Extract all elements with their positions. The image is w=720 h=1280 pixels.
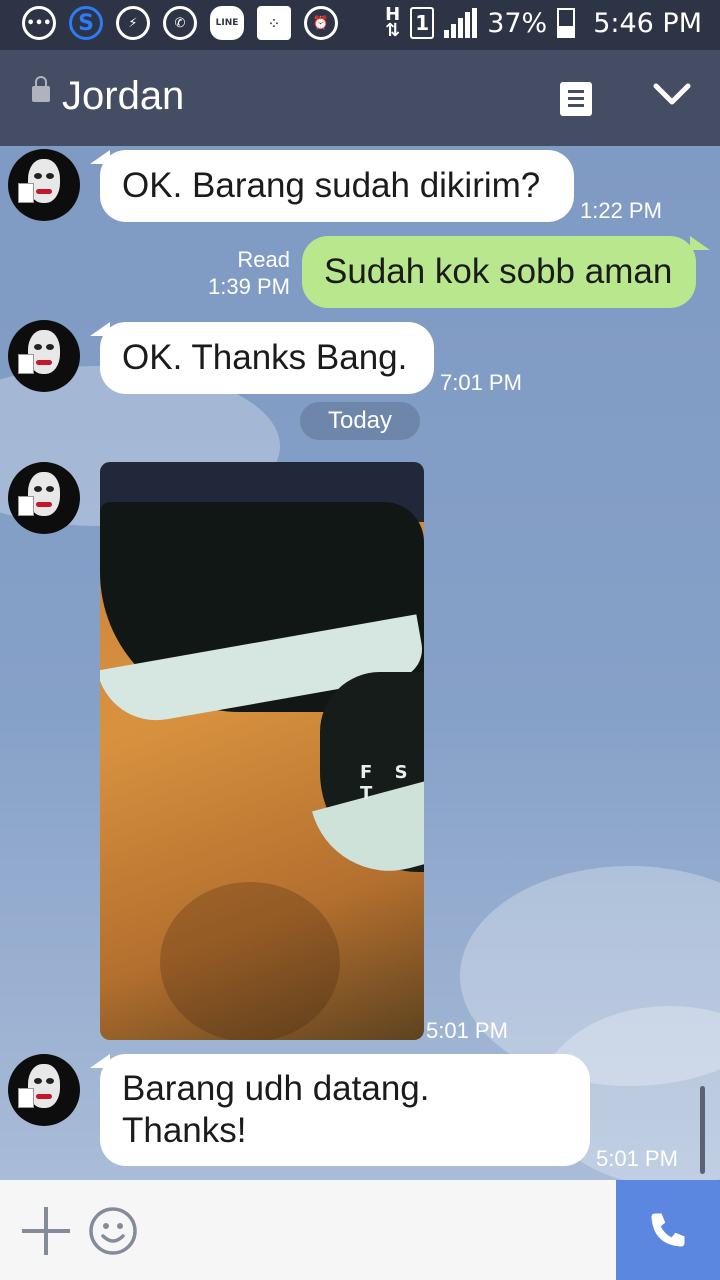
sim-indicator: 1 [410, 7, 435, 39]
note-icon[interactable] [560, 82, 592, 116]
message-text: OK. Thanks Bang. [122, 338, 408, 377]
message-text-line-1: Barang udh datang. [122, 1069, 430, 1108]
input-bar [0, 1180, 720, 1280]
signal-icon [444, 8, 478, 38]
contact-name[interactable]: Jordan [62, 74, 184, 119]
message-time: 1:39 PM [208, 274, 290, 299]
bubble-tail [690, 236, 710, 250]
photo-shadow [160, 882, 340, 1040]
message-time: 7:01 PM [440, 370, 522, 395]
message-bubble[interactable]: Barang udh datang. Thanks! [100, 1054, 590, 1166]
battery-icon [557, 8, 576, 38]
message-time: 5:01 PM [596, 1146, 678, 1171]
status-bar: ••• S ⚡ ✆ LINE ⁘ ⏰ H ⇅ 1 37% 5:46 PM [0, 0, 720, 50]
read-receipt: Read 1:39 PM [200, 246, 290, 300]
message-bubble[interactable]: OK. Barang sudah dikirim? [100, 150, 574, 222]
read-label: Read [237, 247, 290, 272]
battery-percent: 37% [487, 7, 548, 39]
message-bubble[interactable]: Sudah kok sobb aman [302, 236, 696, 308]
bbm-icon: ••• [22, 6, 56, 40]
date-separator: Today [300, 402, 420, 440]
clock: 5:46 PM [593, 7, 702, 39]
whatsapp-icon: ✆ [163, 6, 197, 40]
messenger-icon: ⚡ [116, 6, 150, 40]
emoji-icon[interactable] [88, 1206, 138, 1256]
chat-header: Jordan [0, 50, 720, 146]
avatar[interactable] [8, 320, 80, 392]
message-text: Sudah kok sobb aman [324, 252, 673, 291]
plus-icon[interactable] [22, 1207, 70, 1255]
message-text-line-2: Thanks! [122, 1111, 247, 1150]
avatar[interactable] [8, 462, 80, 534]
phone-icon [651, 1213, 685, 1247]
photo-message[interactable]: F S T [100, 462, 424, 1040]
message-time: 1:22 PM [580, 198, 662, 223]
chat-area[interactable]: OK. Barang sudah dikirim? 1:22 PM Read 1… [0, 146, 720, 1180]
network-type: H ⇅ [385, 4, 401, 41]
skype-icon: S [69, 6, 103, 40]
avatar[interactable] [8, 1054, 80, 1126]
scrollbar[interactable] [700, 1086, 705, 1174]
shoe-logo-text: F S T [360, 762, 416, 804]
line-icon: LINE [210, 6, 244, 40]
message-bubble[interactable]: OK. Thanks Bang. [100, 322, 434, 394]
lock-icon [32, 76, 50, 102]
alarm-icon: ⏰ [304, 6, 338, 40]
message-time: 5:01 PM [426, 1018, 508, 1043]
avatar[interactable] [8, 149, 80, 221]
notification-icons: ••• S ⚡ ✆ LINE ⁘ ⏰ [22, 6, 338, 40]
call-button[interactable] [616, 1180, 720, 1280]
blackberry-icon: ⁘ [257, 6, 291, 40]
message-text: OK. Barang sudah dikirim? [122, 166, 541, 205]
system-status: H ⇅ 1 37% 5:46 PM [385, 4, 702, 41]
chevron-down-icon[interactable] [648, 70, 696, 118]
